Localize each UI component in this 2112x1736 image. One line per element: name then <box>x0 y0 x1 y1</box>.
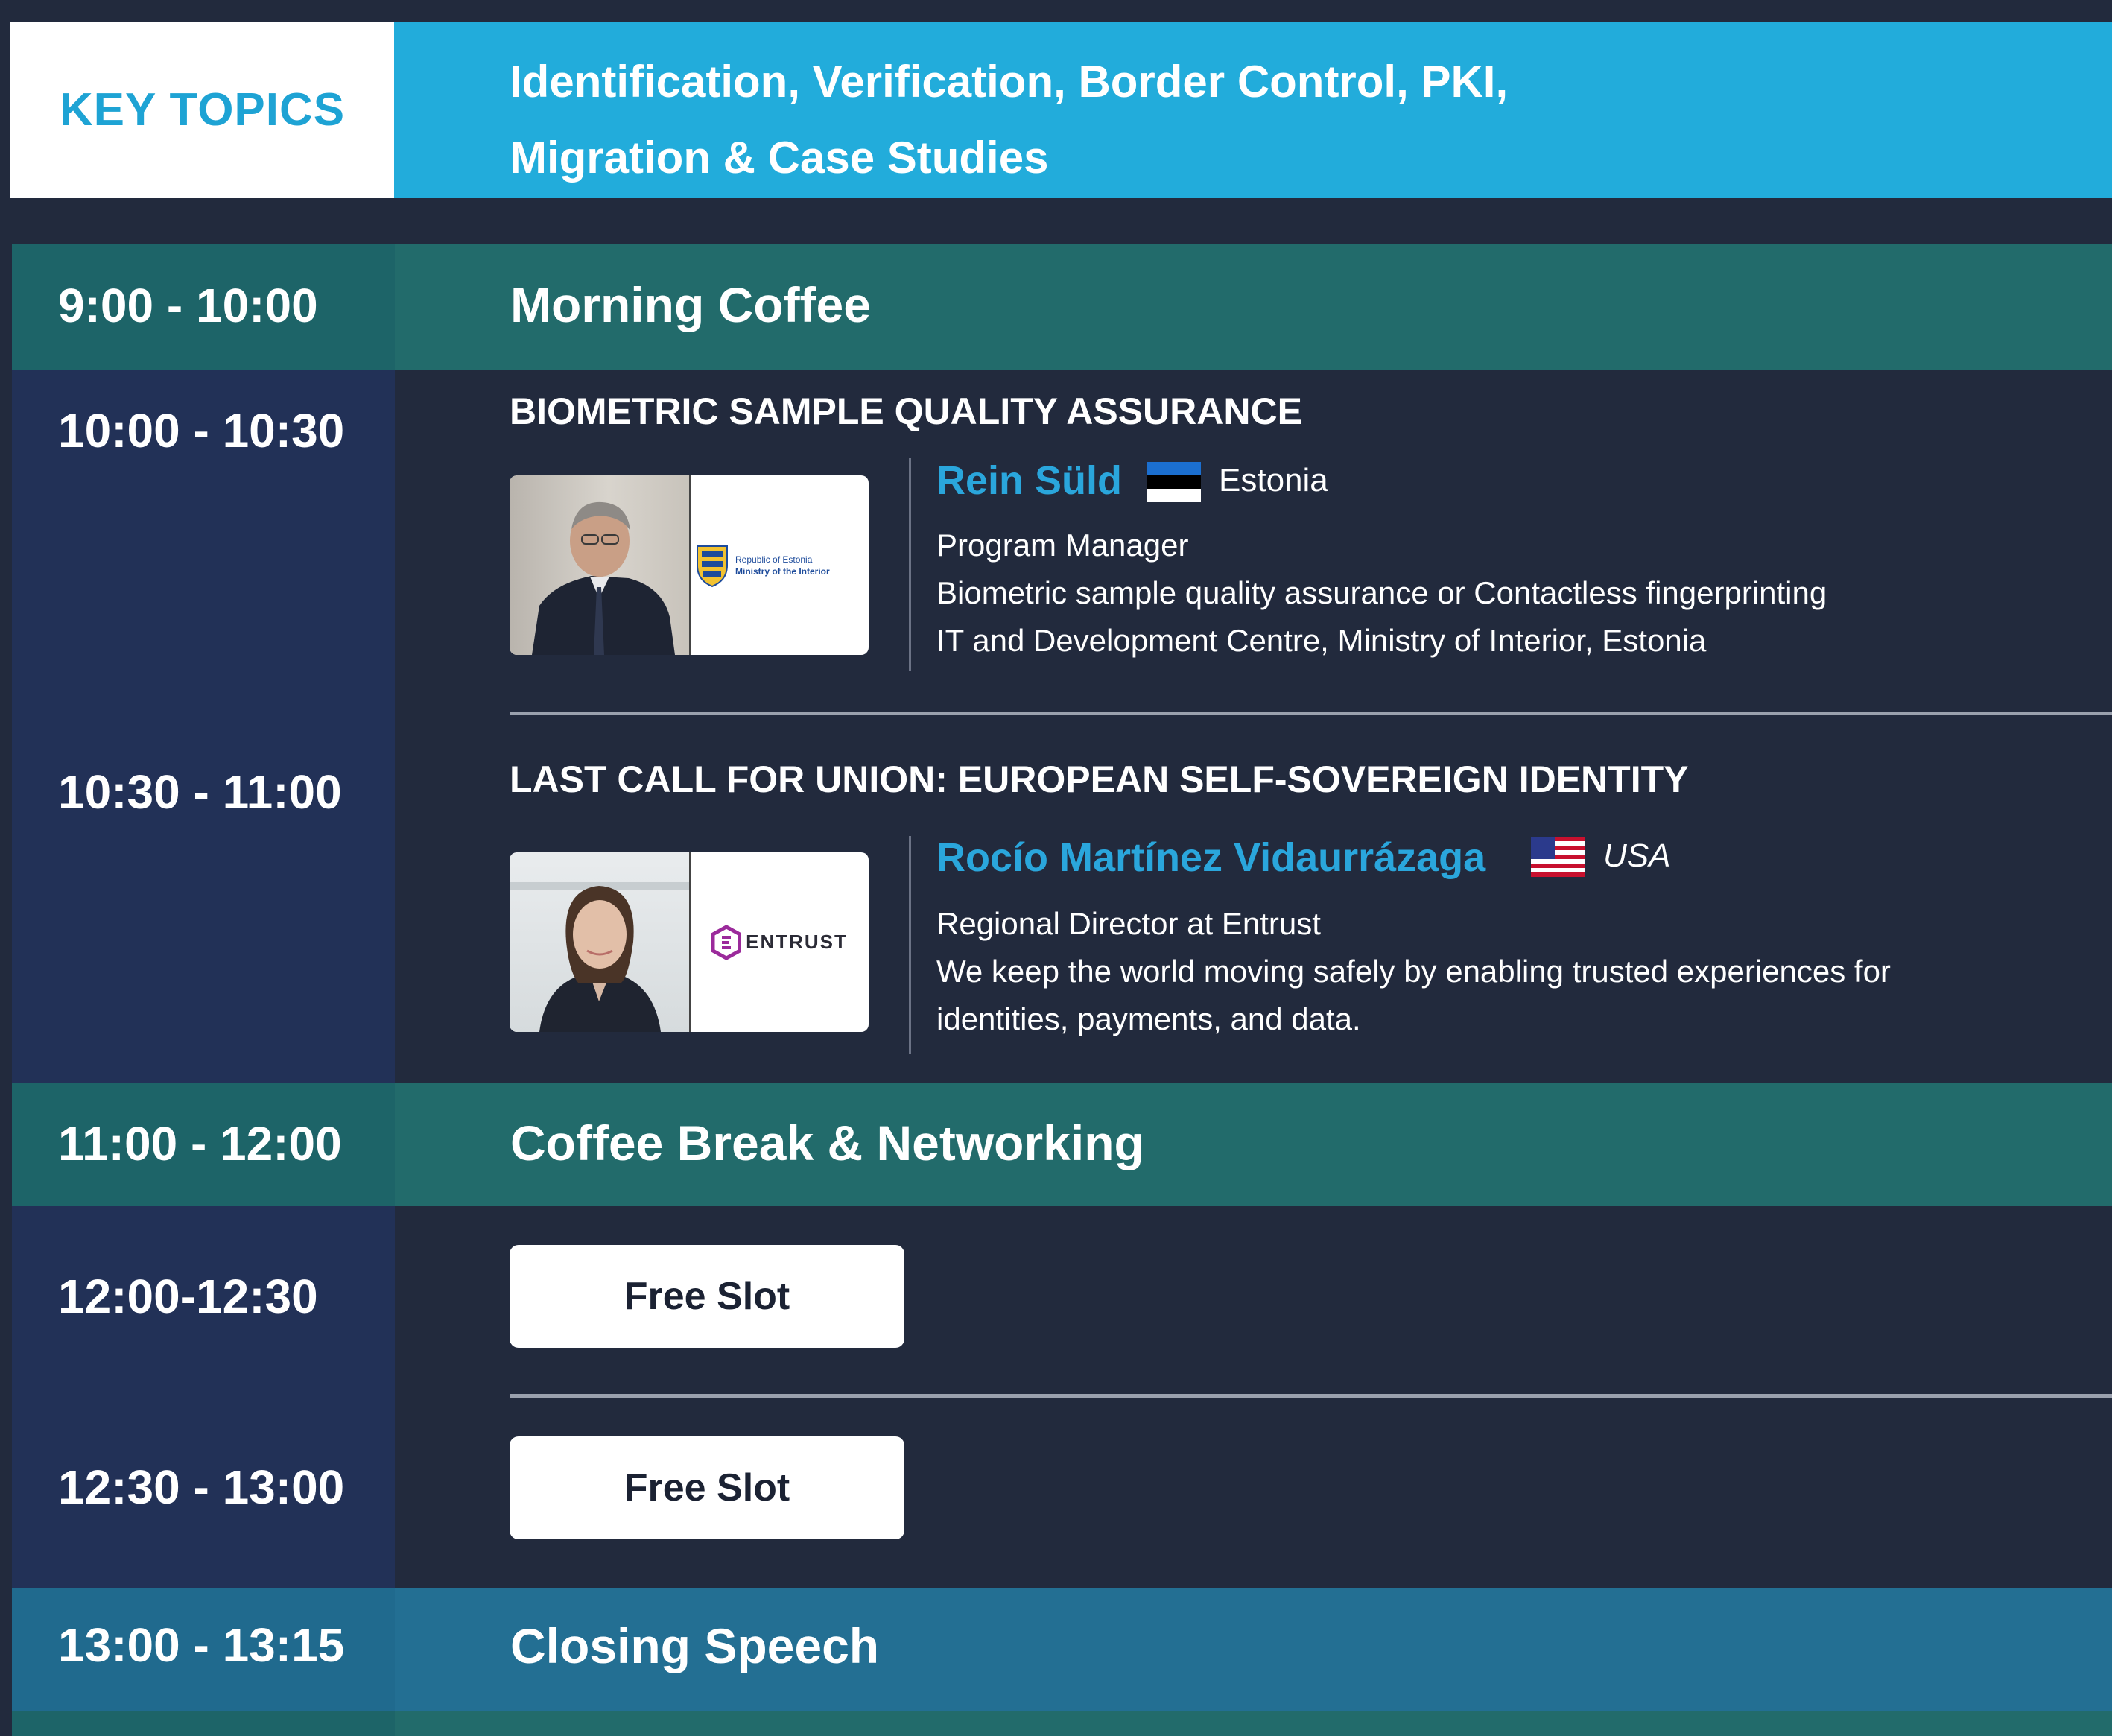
time-cell: 9:00 - 10:00 <box>12 244 395 370</box>
free-slot-label: Free Slot <box>624 1275 790 1318</box>
speaker-organization: IT and Development Centre, Ministry of I… <box>936 623 1707 658</box>
key-topics-line-2: Migration & Case Studies <box>510 133 1049 183</box>
speaker-photo <box>510 475 689 655</box>
break-cell: Morning Coffee <box>395 244 2112 370</box>
time-label-session-1: 10:00 - 10:30 <box>58 404 345 457</box>
key-topics-line-1: Identification, Verification, Border Con… <box>510 57 1509 107</box>
speaker-photo <box>510 852 689 1032</box>
agenda-row-morning-coffee: 9:00 - 10:00 Morning Coffee <box>12 244 2112 370</box>
time-label: 11:00 - 12:00 <box>58 1117 342 1170</box>
key-topics-label: KEY TOPICS <box>59 84 346 136</box>
speaker-card-image: ENTRUST <box>510 852 869 1032</box>
time-label: 13:00 - 13:15 <box>58 1618 345 1672</box>
organization-logo: ENTRUST <box>689 852 869 1032</box>
speaker-country: Estonia <box>1219 462 1328 498</box>
company-description-line-2: identities, payments, and data. <box>936 1001 1361 1036</box>
break-cell <box>395 1711 2112 1736</box>
agenda-page: KEY TOPICS Identification, Verification,… <box>0 0 2112 1736</box>
speaker-role: Program Manager <box>936 528 1189 563</box>
speaker-name[interactable]: Rocío Martínez Vidaurrázaga <box>936 834 1485 881</box>
speaker-divider-line <box>909 458 911 671</box>
estonia-flag-icon <box>1147 462 1201 502</box>
time-label-slot-1: 12:00-12:30 <box>58 1270 318 1323</box>
time-cell <box>12 1711 395 1736</box>
session-title: LAST CALL FOR UNION: EUROPEAN SELF-SOVER… <box>510 758 1689 800</box>
speaker-role: Regional Director at Entrust <box>936 906 1321 941</box>
time-cell: 10:00 - 10:30 10:30 - 11:00 <box>12 370 395 1083</box>
key-topics-label-box: KEY TOPICS <box>10 22 394 198</box>
estonia-coat-of-arms-icon <box>697 545 728 587</box>
time-cell: 12:00-12:30 12:30 - 13:00 <box>12 1206 395 1588</box>
free-slot-label: Free Slot <box>624 1466 790 1510</box>
organization-logo: Republic of Estonia Ministry of the Inte… <box>689 475 869 655</box>
speaker-name[interactable]: Rein Süld <box>936 457 1122 504</box>
break-cell: Closing Speech <box>395 1588 2112 1711</box>
entrust-logo-icon <box>711 925 742 960</box>
agenda-row-coffee-break: 11:00 - 12:00 Coffee Break & Networking <box>12 1083 2112 1206</box>
speaker-description: Regional Director at Entrust We keep the… <box>936 900 1891 1043</box>
speaker-country: USA <box>1603 837 1671 874</box>
speaker-description: Program Manager Biometric sample quality… <box>936 522 1827 665</box>
logo-line-2: Ministry of the Interior <box>735 566 830 577</box>
session-divider <box>510 712 2112 715</box>
time-label: 9:00 - 10:00 <box>58 279 318 332</box>
time-cell: 13:00 - 13:15 <box>12 1588 395 1711</box>
key-topics-banner: Identification, Verification, Border Con… <box>394 22 2112 198</box>
usa-flag-icon <box>1531 837 1585 877</box>
entrust-logo-text: ENTRUST <box>746 931 848 953</box>
break-title: Coffee Break & Networking <box>510 1115 1144 1170</box>
logo-line-1: Republic of Estonia <box>735 554 813 565</box>
time-cell: 11:00 - 12:00 <box>12 1083 395 1206</box>
time-label-session-2: 10:30 - 11:00 <box>58 765 342 819</box>
session-title: BIOMETRIC SAMPLE QUALITY ASSURANCE <box>510 390 1302 432</box>
speaker-card-image: Republic of Estonia Ministry of the Inte… <box>510 475 869 655</box>
speaker-divider-line <box>909 836 911 1054</box>
break-title: Morning Coffee <box>510 277 871 332</box>
free-slot-button[interactable]: Free Slot <box>510 1245 904 1348</box>
agenda-row-next-partial <box>12 1711 2112 1736</box>
session-topic: Biometric sample quality assurance or Co… <box>936 575 1827 610</box>
time-label-slot-2: 12:30 - 13:00 <box>58 1460 345 1514</box>
slot-divider <box>510 1394 2112 1398</box>
company-description-line-1: We keep the world moving safely by enabl… <box>936 954 1891 989</box>
agenda-row-closing-speech: 13:00 - 13:15 Closing Speech <box>12 1588 2112 1711</box>
break-title: Closing Speech <box>510 1618 880 1673</box>
free-slot-button[interactable]: Free Slot <box>510 1436 904 1539</box>
break-cell: Coffee Break & Networking <box>395 1083 2112 1206</box>
